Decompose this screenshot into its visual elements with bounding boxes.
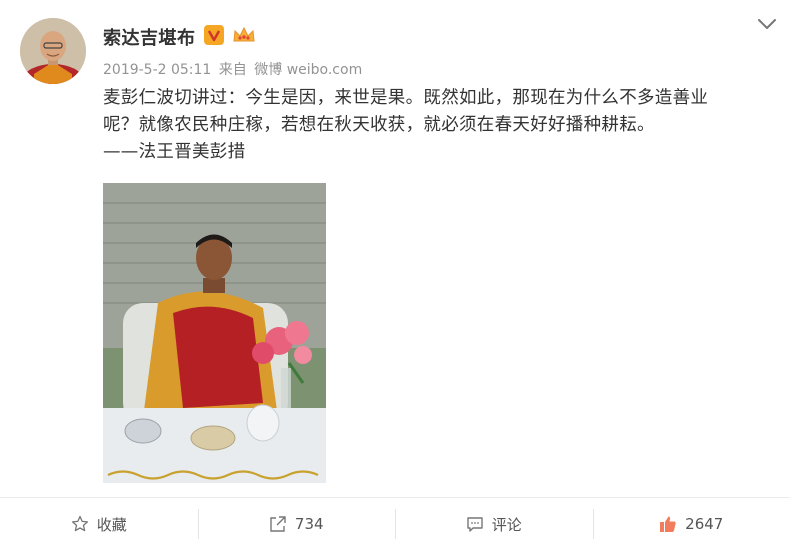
repost-count: 734 (295, 515, 324, 533)
comment-icon (466, 515, 484, 533)
share-icon (269, 515, 287, 533)
member-crown-icon[interactable] (232, 25, 256, 45)
photo-of-seated-lama-icon (103, 183, 326, 483)
post-text-attribution: ——法王晋美彭措 (103, 139, 763, 166)
weibo-post-card: 索达吉堪布 2019-5-2 05:11 来自 微博 weibo.com 麦彭仁… (0, 0, 790, 549)
repost-button[interactable]: 734 (198, 509, 396, 539)
post-image[interactable] (103, 183, 326, 483)
like-button[interactable]: 2647 (593, 509, 790, 539)
author-name[interactable]: 索达吉堪布 (103, 24, 196, 50)
post-meta: 2019-5-2 05:11 来自 微博 weibo.com (103, 59, 365, 79)
post-source[interactable]: 微博 weibo.com (254, 62, 362, 78)
comment-button[interactable]: 评论 (395, 509, 593, 539)
thumbs-up-icon (659, 515, 677, 533)
post-source-prefix: 来自 (219, 62, 247, 78)
author-avatar[interactable] (20, 18, 86, 84)
star-icon (71, 515, 89, 533)
chevron-down-icon[interactable] (756, 16, 778, 32)
like-count: 2647 (685, 515, 723, 533)
post-action-bar: 收藏 734 评论 2647 (0, 497, 790, 550)
favorite-label: 收藏 (97, 514, 127, 535)
monk-portrait-icon (20, 18, 86, 84)
verified-badge-icon (204, 25, 224, 45)
comment-label: 评论 (492, 514, 522, 535)
post-text: 麦彭仁波切讲过：今生是因，来世是果。既然如此，那现在为什么不多造善业 呢？就像农… (103, 85, 763, 166)
post-timestamp[interactable]: 2019-5-2 05:11 (103, 62, 211, 78)
post-text-line: 麦彭仁波切讲过：今生是因，来世是果。既然如此，那现在为什么不多造善业 (103, 85, 763, 112)
favorite-button[interactable]: 收藏 (0, 509, 198, 539)
post-text-line: 呢？就像农民种庄稼，若想在秋天收获，就必须在春天好好播种耕耘。 (103, 112, 763, 139)
